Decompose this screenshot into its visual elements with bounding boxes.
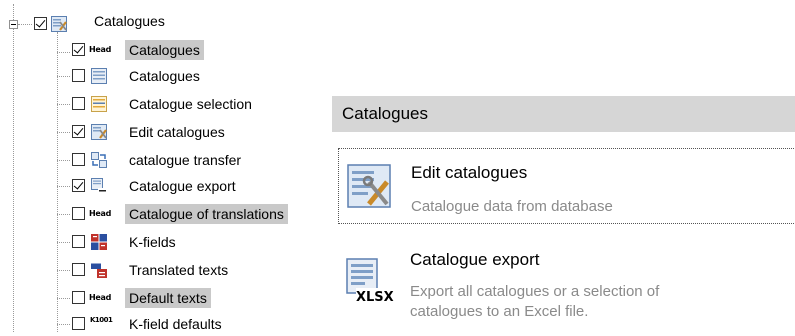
tree-line <box>57 52 70 53</box>
tree-line <box>57 242 70 243</box>
edit-catalogues-icon <box>91 124 107 140</box>
tree-line <box>57 186 70 187</box>
tree-item-label: Catalogues <box>125 40 204 60</box>
tree-item-catalogues-head[interactable]: Head Catalogues <box>72 38 222 62</box>
tree-item-label: Catalogues <box>129 68 200 84</box>
tree-item-checkbox[interactable] <box>72 317 85 330</box>
tree-item-catalogue-of-translations[interactable]: Head Catalogue of translations <box>72 202 317 226</box>
catalogue-selection-icon <box>91 96 107 112</box>
edit-catalogues-tile[interactable]: Edit catalogues Catalogue data from data… <box>338 148 795 224</box>
tile-title: Edit catalogues <box>411 163 528 182</box>
tree-line <box>13 4 14 20</box>
tree-line <box>57 214 70 215</box>
catalogue-export-tile[interactable]: XLSX Catalogue export Export all catalog… <box>338 240 795 330</box>
tree-item-label: catalogue transfer <box>129 152 242 168</box>
tree-line <box>57 160 70 161</box>
tree-line <box>57 270 70 271</box>
tree-line <box>13 29 14 332</box>
tile-description-line: Export all catalogues or a selection of <box>410 283 660 300</box>
tree-item-checkbox[interactable] <box>72 153 85 166</box>
tree-item-checkbox[interactable] <box>72 263 85 276</box>
tree-item-catalogue-transfer[interactable]: catalogue transfer <box>72 148 272 172</box>
tree-item-label: Catalogue export <box>129 178 236 194</box>
tree-item-k-fields[interactable]: K-fields <box>72 230 222 254</box>
translated-texts-icon <box>91 262 107 278</box>
tree-item-label: Catalogue of translations <box>125 204 288 224</box>
tile-description-line: catalogues to an Excel file. <box>410 303 589 320</box>
xlsx-export-icon <box>91 178 107 194</box>
tree-item-label: Catalogue selection <box>129 96 252 112</box>
tree-item-default-texts[interactable]: Head Default texts <box>72 286 242 310</box>
head-icon: Head <box>89 209 112 218</box>
tree-line <box>57 76 70 77</box>
tree-item-checkbox[interactable] <box>72 179 85 192</box>
head-icon: Head <box>89 293 112 302</box>
tree-view: Catalogues Head Catalogues Catalogues Ca… <box>0 0 320 332</box>
panel-title: Catalogues <box>332 96 795 132</box>
tile-title: Catalogue export <box>410 250 540 269</box>
edit-catalogues-icon <box>347 164 391 208</box>
tree-item-label: Edit catalogues <box>129 124 225 140</box>
tree-item-checkbox[interactable] <box>72 97 85 110</box>
tree-item-checkbox[interactable] <box>72 69 85 82</box>
kfield-defaults-icon: K1001 <box>90 316 113 324</box>
kfields-icon <box>91 234 107 250</box>
tree-root-label: Catalogues <box>94 13 165 29</box>
tree-item-edit-catalogues[interactable]: Edit catalogues <box>72 120 272 144</box>
tree-item-catalogue-selection[interactable]: Catalogue selection <box>72 92 292 116</box>
tree-line <box>18 24 32 25</box>
tree-line <box>57 32 58 332</box>
tree-item-checkbox[interactable] <box>72 235 85 248</box>
tree-item-k-field-defaults[interactable]: K1001 K-field defaults <box>72 312 272 336</box>
tile-description: Catalogue data from database <box>411 198 613 215</box>
tree-line <box>57 104 70 105</box>
tree-item-label: Translated texts <box>129 262 229 278</box>
root-checkbox[interactable] <box>34 17 47 30</box>
head-icon: Head <box>89 45 112 54</box>
transfer-icon <box>91 152 107 168</box>
tree-item-catalogues[interactable]: Catalogues <box>72 64 222 88</box>
tree-line <box>57 324 70 325</box>
tree-item-checkbox[interactable] <box>72 291 85 304</box>
tree-root-node[interactable]: Catalogues <box>34 12 204 36</box>
tree-item-translated-texts[interactable]: Translated texts <box>72 258 272 282</box>
tree-line <box>57 298 70 299</box>
catalogue-icon <box>91 68 107 84</box>
xlsx-label: XLSX <box>356 290 394 305</box>
tree-item-label: K-field defaults <box>129 316 222 332</box>
edit-catalogues-icon <box>51 16 67 32</box>
tree-item-checkbox[interactable] <box>72 43 85 56</box>
tree-item-checkbox[interactable] <box>72 125 85 138</box>
tree-line <box>57 132 70 133</box>
tree-item-label: K-fields <box>129 234 176 250</box>
tree-item-label: Default texts <box>125 288 211 308</box>
collapse-toggle[interactable] <box>9 20 18 29</box>
tree-item-catalogue-export[interactable]: Catalogue export <box>72 174 272 198</box>
tree-item-checkbox[interactable] <box>72 207 85 220</box>
